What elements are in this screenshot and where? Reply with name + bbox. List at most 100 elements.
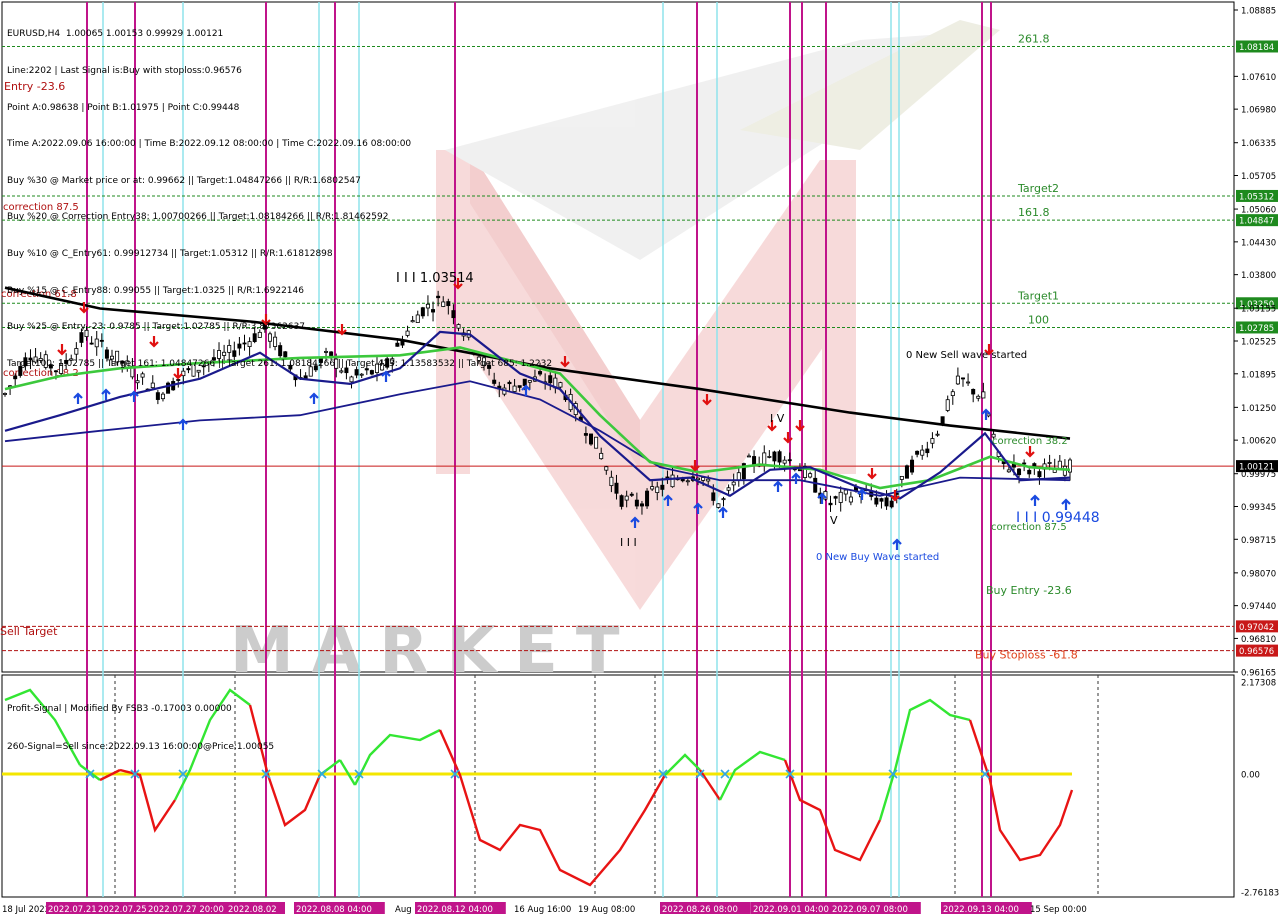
buy-arrow-icon xyxy=(791,472,801,484)
time-axis-label: 2022.08.02 xyxy=(228,905,277,915)
candle-body xyxy=(966,381,971,384)
indicator-tick-label: -2.76183 xyxy=(1241,889,1279,899)
candle-body xyxy=(706,478,711,482)
label-buy-entry: Buy Entry -23.6 xyxy=(986,584,1072,597)
info-line-points: Point A:0.98638 | Point B:1.01975 | Poin… xyxy=(7,102,240,113)
price-tick-label: 0.96165 xyxy=(1241,669,1276,679)
wave-label-v: V xyxy=(830,514,838,527)
price-tick-label: 0.97440 xyxy=(1241,602,1276,612)
chart-window: MARKET 1.08184 261.8 1.05312 Target2 1.04847 1… xyxy=(0,0,1280,920)
candle-body xyxy=(879,498,884,502)
candle-body xyxy=(899,475,904,480)
info-line-symbol: EURUSD,H4 1.00065 1.00153 0.99929 1.0012… xyxy=(7,29,224,40)
time-axis-label: 2022.09.07 08:00 xyxy=(832,905,908,915)
info-line-buy15: Buy %15 @ C_Entry88: 0.99055 || Target:1… xyxy=(7,285,304,296)
time-axis-label: 2022.07.27 20:00 xyxy=(148,905,224,915)
price-tick-label: 1.08885 xyxy=(1241,7,1276,17)
time-axis-label: Aug xyxy=(395,905,412,915)
level-badge-text: 0.96576 xyxy=(1239,647,1274,657)
price-tick-label: 0.99345 xyxy=(1241,503,1276,513)
info-line-buy25: Buy %25 @ Entry -23: 0.9785 || Target:1.… xyxy=(7,322,306,333)
candle-body xyxy=(955,375,960,385)
time-axis-label: 16 Aug 16:00 xyxy=(514,905,571,915)
candle-body xyxy=(981,391,986,399)
candle-body xyxy=(731,481,736,486)
candle-body xyxy=(594,436,599,449)
price-tick-label: 1.02525 xyxy=(1241,338,1276,348)
candle-body xyxy=(930,438,935,444)
price-tick-label: 1.06980 xyxy=(1241,106,1276,116)
price-tick-label: 0.99975 xyxy=(1241,470,1276,480)
candle-body xyxy=(1027,469,1032,475)
candle-body xyxy=(696,477,701,481)
candle-body xyxy=(670,474,675,488)
indicator-signal: 260-Signal=Sell since:2022.09.13 16:00:0… xyxy=(7,741,275,752)
level-label: Target2 xyxy=(1017,182,1059,195)
candle-body xyxy=(777,451,782,463)
candle-body xyxy=(971,388,976,395)
buy-arrow-icon xyxy=(892,538,902,550)
price-tick-label: 0.96810 xyxy=(1241,635,1276,645)
level-badge-text: 1.08184 xyxy=(1239,43,1274,53)
candle-body xyxy=(711,492,716,501)
candle-body xyxy=(660,484,665,490)
info-line-signal: Line:2202 | Last Signal is:Buy with stop… xyxy=(7,66,242,76)
candle-body xyxy=(645,490,650,507)
candle-body xyxy=(813,477,818,493)
candle-body xyxy=(976,395,981,399)
candle-body xyxy=(1006,469,1011,473)
candle-body xyxy=(609,476,614,487)
buy-arrow-icon xyxy=(1030,494,1040,506)
time-axis-label: 15 Sep 00:00 xyxy=(1030,905,1087,915)
wave-label-iv: I V xyxy=(770,412,785,425)
candle-body xyxy=(838,491,843,503)
indicator-up-segment xyxy=(878,698,971,821)
candle-body xyxy=(772,451,777,462)
candle-body xyxy=(701,477,706,481)
candle-body xyxy=(726,487,731,491)
level-badge-text: 1.02785 xyxy=(1239,324,1274,334)
buy-arrow-icon xyxy=(1061,498,1071,510)
candle-body xyxy=(925,448,930,454)
candle-body xyxy=(874,497,879,505)
candle-body xyxy=(614,482,619,494)
candle-body xyxy=(558,382,563,388)
price-tick-label: 1.04430 xyxy=(1241,238,1276,248)
candle-body xyxy=(920,449,925,456)
level-label: Target1 xyxy=(1017,289,1059,302)
price-tick-label: 1.05060 xyxy=(1241,206,1276,216)
sell-arrow-icon xyxy=(1025,446,1035,458)
indicator-title: Profit-Signal | Modified By FSB3 -0.1700… xyxy=(7,704,232,714)
label-right-correction-875: correction 87.5 xyxy=(991,522,1067,533)
candle-body xyxy=(752,456,757,465)
price-tick-label: 1.01250 xyxy=(1241,404,1276,414)
level-label: 261.8 xyxy=(1018,32,1050,45)
candle-body xyxy=(716,503,721,508)
candle-body xyxy=(583,433,588,436)
candle-body xyxy=(884,497,889,507)
info-line-buy20: Buy %20 @ Correction Entry38: 1.00700266… xyxy=(7,212,389,223)
candle-body xyxy=(589,433,594,445)
candle-body xyxy=(762,452,767,465)
candle-body xyxy=(950,391,955,397)
time-axis-label: 2022.08.26 08:00 xyxy=(662,905,738,915)
info-line-buy30: Buy %30 @ Market price or at: 0.99662 ||… xyxy=(7,175,361,186)
price-tick-label: 1.07610 xyxy=(1241,73,1276,83)
candle-body xyxy=(782,459,787,464)
level-badge-text: 1.05312 xyxy=(1239,192,1274,202)
price-tick-label: 0.98715 xyxy=(1241,536,1276,546)
price-tick-label: 1.06335 xyxy=(1241,139,1276,149)
candle-body xyxy=(910,459,915,473)
price-tick-label: 1.01895 xyxy=(1241,370,1276,380)
price-tick-label: 1.05705 xyxy=(1241,172,1276,182)
price-tick-label: 0.98070 xyxy=(1241,569,1276,579)
indicator-down-segment xyxy=(438,729,667,887)
candle-body xyxy=(1022,462,1027,465)
candle-body xyxy=(915,450,920,455)
indicator-up-segment xyxy=(718,750,786,801)
candle-body xyxy=(629,493,634,496)
level-label: 161.8 xyxy=(1018,206,1050,219)
sell-arrow-icon xyxy=(867,468,877,480)
indicator-tick-label: 0.00 xyxy=(1241,771,1260,781)
indicator-info: Profit-Signal | Modified By FSB3 -0.1700… xyxy=(7,678,274,778)
